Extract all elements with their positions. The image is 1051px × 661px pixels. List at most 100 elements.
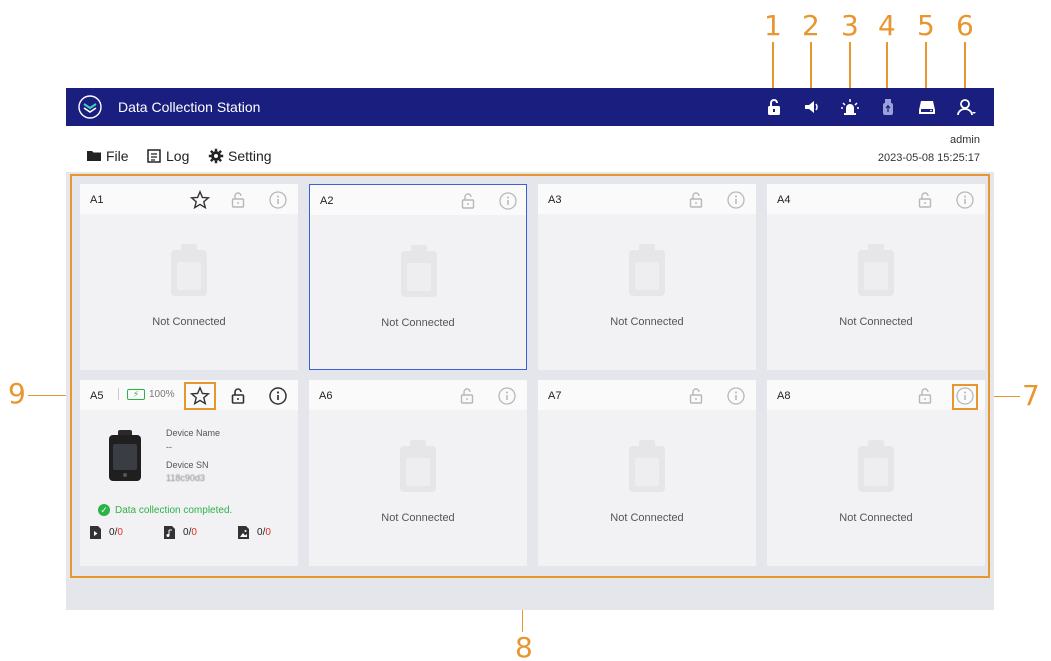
device-placeholder-icon: [171, 244, 207, 296]
file-menu-label: File: [106, 148, 129, 164]
slot-header: [80, 184, 298, 214]
audio-done-count: 0: [183, 527, 189, 538]
image-counter: 0/0: [238, 526, 271, 539]
unlock-icon[interactable]: [228, 190, 248, 210]
callout-3: 3: [841, 9, 859, 42]
current-user: admin: [950, 134, 980, 146]
callout-line-5: [925, 42, 927, 94]
info-icon[interactable]: [268, 190, 288, 210]
app-title: Data Collection Station: [118, 99, 261, 115]
info-icon[interactable]: [268, 386, 288, 406]
slot-card-a4[interactable]: A4 Not Connected: [767, 184, 985, 370]
info-icon[interactable]: [955, 190, 975, 210]
unlock-icon[interactable]: [763, 96, 785, 118]
slot-card-a7[interactable]: A7 Not Connected: [538, 380, 756, 566]
hard-disk-icon[interactable]: [916, 96, 938, 118]
connection-status: Not Connected: [839, 316, 913, 328]
menu-toolbar: File Log Setting admin 2023-05-08 15:25:…: [66, 126, 994, 172]
slot-card-a3[interactable]: A3 Not Connected: [538, 184, 756, 370]
highlight-star-a5: [184, 382, 216, 410]
info-icon[interactable]: [726, 386, 746, 406]
log-menu[interactable]: Log: [146, 148, 189, 164]
device-placeholder-icon: [629, 440, 665, 492]
folder-icon: [87, 151, 101, 161]
device-placeholder-icon: [400, 440, 436, 492]
unlock-icon[interactable]: [915, 190, 935, 210]
video-file-icon: [90, 526, 101, 539]
video-counter: 0/0: [90, 526, 123, 539]
slot-card-a1[interactable]: A1 Not Connected: [80, 184, 298, 370]
app-window: Data Collection Station File Log Setting…: [66, 88, 994, 610]
slot-header: [538, 184, 756, 214]
slot-label: A1: [90, 194, 104, 206]
battery-level: 100%: [149, 388, 175, 400]
slot-label: A5: [90, 390, 104, 402]
connection-status: Not Connected: [152, 316, 226, 328]
unlock-icon[interactable]: [686, 386, 706, 406]
slot-header: [538, 380, 756, 410]
device-placeholder-icon: [858, 440, 894, 492]
slot-header: [309, 380, 527, 410]
device-name-value: --: [166, 442, 172, 452]
callout-2: 2: [802, 9, 820, 42]
callout-8: 8: [515, 631, 533, 661]
current-datetime: 2023-05-08 15:25:17: [877, 152, 980, 164]
user-icon[interactable]: [955, 96, 977, 118]
title-bar: Data Collection Station: [66, 88, 994, 126]
info-icon[interactable]: [726, 190, 746, 210]
speaker-icon[interactable]: [801, 96, 823, 118]
usb-drive-icon[interactable]: [877, 96, 899, 118]
image-file-icon: [238, 526, 249, 539]
setting-menu-label: Setting: [228, 148, 272, 164]
log-menu-label: Log: [166, 148, 190, 164]
info-icon[interactable]: [498, 191, 518, 211]
slot-card-a6[interactable]: A6 Not Connected: [309, 380, 527, 566]
slot-label: A3: [548, 194, 562, 206]
device-placeholder-icon: [401, 245, 437, 297]
connection-status: Not Connected: [381, 317, 455, 329]
callout-line-6: [964, 42, 966, 94]
device-sn-value: 118c90d3: [166, 473, 205, 483]
collection-status-text: Data collection completed.: [115, 504, 233, 516]
battery-charging-icon: ⚡: [127, 388, 145, 400]
alarm-light-icon[interactable]: [839, 96, 861, 118]
unlock-icon[interactable]: [686, 190, 706, 210]
connection-status: Not Connected: [381, 512, 455, 524]
slot-label: A2: [320, 195, 334, 207]
body-camera-image: [109, 430, 141, 481]
unlock-icon[interactable]: [458, 191, 478, 211]
callout-line-4: [886, 42, 888, 94]
device-sn-label: Device SN: [166, 460, 209, 470]
audio-counter: 0/0: [164, 526, 197, 539]
collection-status: ✓ Data collection completed.: [98, 504, 232, 516]
info-icon[interactable]: [497, 386, 517, 406]
slot-label: A6: [319, 390, 333, 402]
highlight-info-a8: [952, 384, 978, 410]
file-menu[interactable]: File: [86, 148, 129, 164]
check-circle-icon: ✓: [98, 504, 110, 516]
audio-total-count: 0: [191, 527, 197, 538]
connection-status: Not Connected: [610, 512, 684, 524]
image-done-count: 0: [257, 527, 263, 538]
video-done-count: 0: [109, 527, 115, 538]
unlock-icon[interactable]: [915, 386, 935, 406]
slot-card-a2[interactable]: A2 Not Connected: [309, 184, 527, 370]
callout-line-3: [849, 42, 851, 94]
connection-status: Not Connected: [839, 512, 913, 524]
device-name-label: Device Name: [166, 428, 221, 438]
device-placeholder-icon: [858, 244, 894, 296]
callout-4: 4: [878, 9, 896, 42]
callout-1: 1: [764, 9, 782, 42]
unlock-icon[interactable]: [228, 386, 248, 406]
slot-label: A4: [777, 194, 791, 206]
star-icon[interactable]: [189, 190, 211, 210]
slot-label: A8: [777, 390, 791, 402]
setting-menu[interactable]: Setting: [208, 148, 272, 164]
callout-line-2: [810, 42, 812, 94]
audio-file-icon: [164, 526, 175, 539]
connection-status: Not Connected: [610, 316, 684, 328]
device-placeholder-icon: [629, 244, 665, 296]
slot-header: [310, 185, 526, 215]
callout-7: 7: [1022, 379, 1040, 412]
unlock-icon[interactable]: [457, 386, 477, 406]
